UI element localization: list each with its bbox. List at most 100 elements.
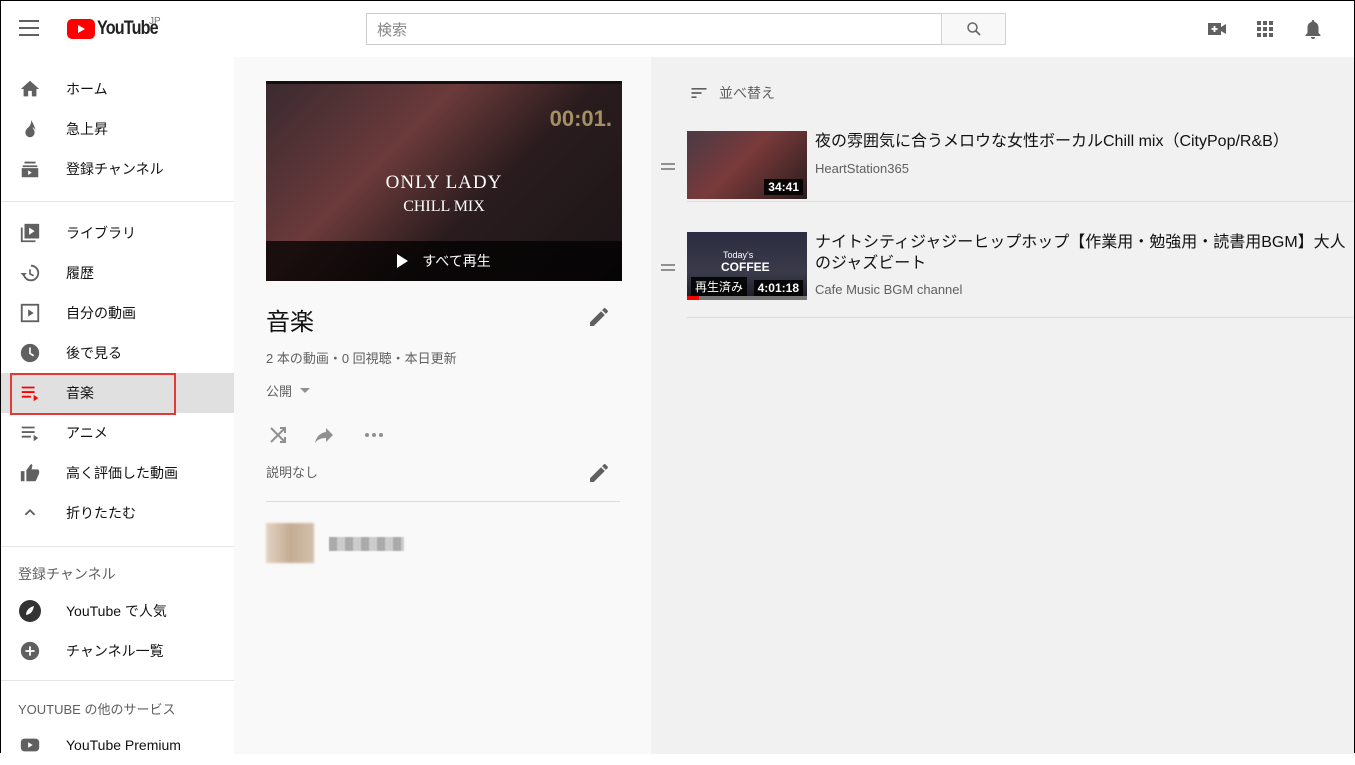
caret-down-icon	[300, 388, 311, 393]
sidebar-item-label: YouTube Premium	[66, 737, 181, 753]
sidebar-item-label: 高く評価した動画	[66, 465, 178, 481]
share-icon[interactable]	[312, 423, 336, 447]
sidebar-item-subscriptions[interactable]: 登録チャンネル	[1, 149, 234, 189]
sidebar-item-collapse[interactable]: 折りたたむ	[1, 493, 234, 533]
sidebar-item-label: 自分の動画	[66, 305, 136, 321]
thumbs-up-icon	[18, 461, 42, 485]
top-bar: YouTube JP 検索	[1, 1, 1354, 57]
divider	[266, 501, 620, 502]
playlist-info-panel: 00:01. Only Lady Chill Mix すべて再生 音楽 2 本の…	[234, 57, 651, 754]
privacy-label: 公開	[266, 384, 293, 399]
chevron-up-icon	[18, 501, 42, 525]
sidebar: ホーム 急上昇 登録チャンネル ライブラリ 履歴 自分の動画 後で見る 音楽 ア…	[1, 57, 234, 754]
thumbnail-title-text: Only Lady	[385, 172, 503, 193]
search-icon	[966, 22, 981, 36]
youtube-play-logo-icon	[67, 19, 95, 39]
video-thumbnail[interactable]: Today's COFFEE 再生済み 4:01:18	[687, 232, 807, 300]
playlist-thumbnail[interactable]: 00:01. Only Lady Chill Mix すべて再生	[266, 81, 622, 281]
my-videos-icon	[18, 301, 42, 325]
sidebar-item-browse-channels[interactable]: チャンネル一覧	[1, 631, 234, 671]
sidebar-item-label: ホーム	[66, 81, 108, 97]
search-button[interactable]	[941, 13, 1006, 45]
sidebar-item-label: 後で見る	[66, 345, 122, 361]
watch-later-icon	[18, 341, 42, 365]
fire-icon	[18, 117, 42, 141]
privacy-dropdown[interactable]: 公開	[266, 381, 311, 400]
history-icon	[18, 261, 42, 285]
video-duration: 4:01:18	[753, 280, 803, 296]
sidebar-item-home[interactable]: ホーム	[1, 69, 234, 109]
sidebar-item-my-videos[interactable]: 自分の動画	[1, 293, 234, 333]
video-channel[interactable]: HeartStation365	[815, 161, 909, 176]
sidebar-item-anime-playlist[interactable]: アニメ	[1, 413, 234, 453]
drag-handle-icon[interactable]	[661, 264, 675, 274]
more-services-heading: YOUTUBE の他のサービス	[18, 702, 176, 717]
sort-icon	[691, 88, 707, 98]
drag-handle-icon[interactable]	[661, 163, 675, 173]
playlist-videos: 並べ替え 34:41 夜の雰囲気に合うメロウな女性ボーカルChill mix（C…	[651, 57, 1354, 754]
sidebar-item-liked-videos[interactable]: 高く評価した動画	[1, 453, 234, 493]
notifications-bell-icon[interactable]	[1301, 17, 1325, 41]
youtube-logo[interactable]: YouTube JP	[67, 16, 168, 40]
search-placeholder: 検索	[377, 21, 408, 39]
sidebar-item-label: 履歴	[66, 265, 94, 281]
watch-progress-fill	[687, 296, 699, 300]
playlist-video-item[interactable]: 34:41 夜の雰囲気に合うメロウな女性ボーカルChill mix（CityPo…	[651, 131, 1354, 217]
sidebar-item-trending[interactable]: 急上昇	[1, 109, 234, 149]
sidebar-item-label: チャンネル一覧	[66, 643, 164, 659]
subscriptions-icon	[18, 157, 42, 181]
menu-icon[interactable]	[19, 20, 39, 36]
more-options-icon[interactable]	[362, 423, 386, 447]
watched-badge: 再生済み	[691, 277, 748, 296]
home-icon	[18, 77, 42, 101]
sort-button[interactable]: 並べ替え	[689, 83, 775, 103]
play-icon	[397, 254, 409, 268]
region-label: JP	[149, 16, 161, 27]
playlist-video-item[interactable]: Today's COFFEE 再生済み 4:01:18 ナイトシティジャジーヒッ…	[651, 232, 1354, 318]
sidebar-item-label: YouTube で人気	[66, 603, 167, 619]
divider	[1, 546, 234, 547]
playlist-icon	[18, 421, 42, 445]
sidebar-item-watch-later[interactable]: 後で見る	[1, 333, 234, 373]
thumbnail-subtitle-text: Chill Mix	[403, 198, 485, 215]
sort-label: 並べ替え	[719, 85, 775, 101]
sidebar-item-history[interactable]: 履歴	[1, 253, 234, 293]
video-channel[interactable]: Cafe Music BGM channel	[815, 282, 962, 297]
playlist-description: 説明なし	[266, 465, 319, 480]
sidebar-item-label: 登録チャンネル	[66, 161, 164, 177]
thumbnail-text: Today's	[723, 250, 754, 260]
search-input[interactable]: 検索	[366, 13, 942, 45]
sidebar-item-label: 折りたたむ	[66, 505, 136, 521]
divider	[1, 680, 234, 681]
owner-avatar-blurred[interactable]	[266, 523, 314, 563]
sidebar-item-youtube-premium[interactable]: YouTube Premium	[1, 725, 234, 765]
thumbnail-text: COFFEE	[721, 260, 770, 274]
thumbnail-decoration: 00:01.	[549, 106, 612, 131]
video-thumbnail[interactable]: 34:41	[687, 131, 807, 199]
video-duration: 34:41	[764, 179, 803, 195]
shuffle-icon[interactable]	[266, 423, 290, 447]
edit-description-pencil-icon[interactable]	[587, 461, 611, 485]
owner-name-blurred[interactable]	[329, 537, 404, 551]
playlist-stats: 2 本の動画・0 回視聴・本日更新	[266, 351, 457, 366]
popular-channel-icon	[18, 599, 42, 623]
create-video-icon[interactable]	[1205, 17, 1229, 41]
play-all-label: すべて再生	[422, 253, 491, 269]
subscriptions-heading: 登録チャンネル	[18, 566, 116, 582]
play-all-button[interactable]: すべて再生	[266, 241, 622, 281]
sidebar-item-popular[interactable]: YouTube で人気	[1, 591, 234, 631]
sidebar-item-label: ライブラリ	[66, 225, 136, 241]
edit-title-pencil-icon[interactable]	[587, 305, 611, 329]
divider	[687, 201, 1354, 202]
video-title[interactable]: ナイトシティジャジーヒップホップ【作業用・勉強用・読書用BGM】大人のジャズビー…	[815, 232, 1350, 274]
apps-grid-icon[interactable]	[1253, 17, 1277, 41]
playlist-title: 音楽	[266, 309, 314, 336]
divider	[1, 201, 234, 202]
sidebar-item-label: 急上昇	[66, 121, 108, 137]
watch-progress-track	[687, 296, 807, 300]
sidebar-item-library[interactable]: ライブラリ	[1, 213, 234, 253]
add-circle-icon	[18, 639, 42, 663]
video-title[interactable]: 夜の雰囲気に合うメロウな女性ボーカルChill mix（CityPop/R&B）	[815, 131, 1350, 152]
youtube-premium-icon	[18, 733, 42, 757]
sidebar-item-label: アニメ	[66, 425, 108, 441]
